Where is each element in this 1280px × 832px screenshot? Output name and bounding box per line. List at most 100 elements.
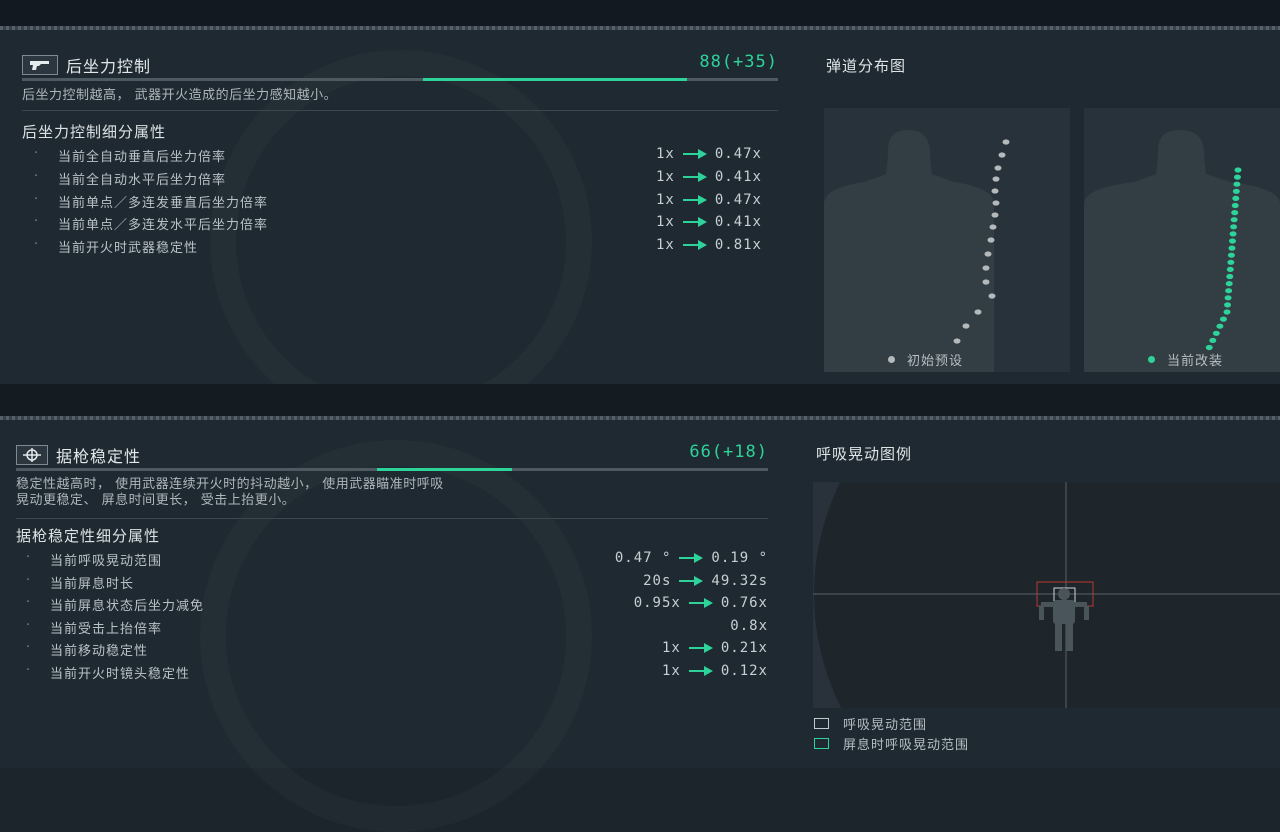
stability-panel: 据枪稳定性 66(+18) 稳定性越高时， 使用武器连续开火时的抖动越小， 使用… (0, 420, 1280, 768)
bullet-impact (991, 188, 999, 194)
recoil-progress-fill (422, 78, 688, 81)
stability-subtitle: 据枪稳定性细分属性 (16, 527, 161, 545)
bullet-impact (1229, 238, 1236, 244)
bullet-impact (982, 265, 990, 271)
legend-current: 当前改装 (1148, 350, 1223, 369)
ballistics-title: 弹道分布图 (826, 57, 907, 75)
stat-to-value: 0.21x (720, 640, 768, 656)
bullet-impact (1227, 259, 1235, 265)
stability-description: 稳定性越高时， 使用武器连续开火时的抖动越小， 使用武器瞄准时呼吸 晃动更稳定、… (16, 477, 444, 509)
stat-values: 0.47 ° 0.19 ° (615, 550, 768, 566)
stat-name: 当前单点／多连发水平后坐力倍率 (58, 218, 269, 234)
stat-bullet: · (26, 572, 32, 588)
bullet-impact (1233, 174, 1241, 180)
scope-reticle (813, 482, 1280, 708)
arrow-right-icon (682, 171, 707, 182)
arrow-right-icon (682, 217, 707, 228)
top-band (0, 0, 1280, 26)
stability-divider (16, 518, 768, 519)
bullet-impact (1227, 252, 1235, 258)
stability-description-line1: 稳定性越高时， 使用武器连续开火时的抖动越小， 使用武器瞄准时呼吸 (16, 477, 444, 492)
breath-sway-title: 呼吸晃动图例 (816, 445, 913, 463)
arrow-right-icon (682, 149, 707, 159)
stat-bullet: · (34, 168, 40, 184)
spray-pattern-current (1205, 167, 1242, 351)
stat-values: 1x 0.81x (656, 237, 762, 253)
legend-current-label: 当前改装 (1167, 354, 1224, 369)
stat-row: · 当前屏息时长 20s 49.32s (26, 573, 768, 595)
stability-description-line2: 晃动更稳定、 屏息时间更长， 受击上抬更小。 (16, 493, 296, 508)
stat-name: 当前开火时武器稳定性 (58, 241, 199, 257)
stat-row: · 当前呼吸晃动范围 0.47 ° 0.19 ° (26, 550, 768, 572)
stat-name: 当前全自动垂直后坐力倍率 (58, 150, 227, 165)
stat-bullet: · (34, 237, 40, 253)
stability-progress-fill (376, 468, 513, 471)
bullet-impact (1226, 273, 1234, 280)
bullet-impact (992, 200, 1000, 206)
recoil-panel: 后坐力控制 88(+35) 后坐力控制越高， 武器开火造成的后坐力感知越小。 后… (0, 30, 1280, 384)
stat-to-value: 0.47x (714, 146, 762, 162)
bullet-impact (1229, 231, 1237, 237)
bullet-impact (1231, 210, 1239, 216)
recoil-title-row: 后坐力控制 (22, 53, 151, 77)
stat-row: · 当前全自动垂直后坐力倍率 1x 0.47x (34, 146, 762, 168)
legend-initial-dot (888, 356, 895, 363)
stat-row: · 当前屏息状态后坐力减免 0.95x 0.76x (26, 595, 768, 617)
bullet-impact (1002, 139, 1010, 145)
stat-name: 当前移动稳定性 (50, 644, 149, 659)
bullet-impact (1231, 202, 1239, 209)
bullet-impact (974, 309, 982, 315)
stat-row: · 当前全自动水平后坐力倍率 1x 0.41x (34, 169, 762, 191)
legend-sway-range-swatch (814, 718, 829, 729)
arrow-right-icon (679, 553, 704, 563)
stat-bullet: · (26, 640, 32, 655)
stat-bullet: · (34, 146, 40, 161)
stat-name: 当前屏息状态后坐力减免 (50, 599, 205, 614)
recoil-divider (22, 110, 778, 111)
stat-to-value: 0.41x (714, 168, 762, 185)
legend-hold-breath-label: 屏息时呼吸晃动范围 (843, 738, 970, 753)
stat-to-value: 0.12x (720, 662, 768, 679)
stat-values: 1x 0.41x (656, 214, 762, 230)
bullet-impact (1226, 266, 1234, 272)
recoil-progress-bar (22, 78, 778, 81)
stat-from-value: 1x (655, 168, 675, 185)
middle-gap (0, 384, 1280, 416)
stat-name: 当前单点／多连发垂直后坐力倍率 (58, 195, 269, 211)
bullet-impact (994, 165, 1002, 171)
stat-values: 20s 49.32s (643, 573, 768, 589)
arrow-right-icon (688, 643, 713, 653)
bullet-impact (953, 338, 961, 344)
stat-values: 0.95x 0.76x (634, 595, 768, 611)
bullet-impact (1216, 323, 1224, 329)
stat-to-value: 0.81x (714, 237, 762, 254)
legend-sway-range-label: 呼吸晃动范围 (843, 718, 928, 733)
bullet-impact (962, 323, 970, 329)
bullet-impact (1234, 167, 1242, 173)
bullet-impact (1232, 188, 1240, 194)
spray-pattern-initial (953, 139, 1010, 344)
stat-row: · 当前开火时武器稳定性 1x 0.81x (34, 237, 762, 259)
arrow-right-icon (688, 665, 713, 676)
legend-hold-breath-swatch (814, 738, 829, 749)
arrow-right-icon (679, 575, 704, 586)
stat-from-value: 0.95x (633, 595, 681, 611)
recoil-subtitle: 后坐力控制细分属性 (22, 123, 167, 141)
breath-sway-view (813, 482, 1280, 708)
stat-from-value: 1x (655, 191, 675, 208)
stat-name: 当前屏息时长 (50, 576, 135, 592)
crosshair-icon (16, 445, 48, 465)
legend-current-dot (1148, 356, 1155, 363)
stat-bullet: · (34, 214, 40, 230)
stat-from-value: 1x (655, 214, 675, 231)
legend-hold-breath-range: 屏息时呼吸晃动范围 (814, 734, 969, 753)
arrow-right-icon (682, 194, 707, 205)
stat-values: 1x 0.47x (656, 192, 762, 208)
stat-from-value: 1x (661, 640, 681, 656)
stat-row: · 当前单点／多连发垂直后坐力倍率 1x 0.47x (34, 192, 762, 214)
stat-bullet: · (26, 662, 32, 678)
bullet-impact (992, 176, 1000, 182)
stat-name: 当前受击上抬倍率 (50, 621, 163, 637)
legend-initial: 初始预设 (888, 350, 963, 369)
stat-values: 1x 0.41x (656, 169, 762, 185)
